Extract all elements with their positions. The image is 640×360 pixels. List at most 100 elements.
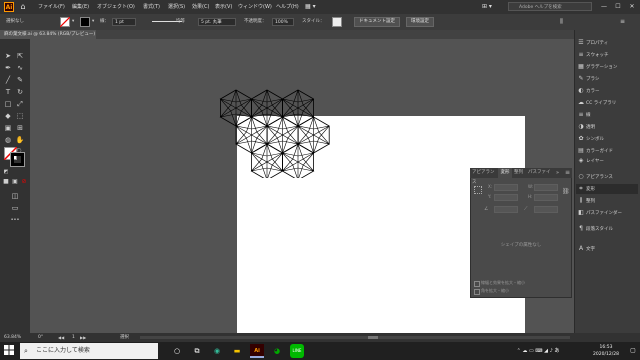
menu-object[interactable]: オブジェクト(O) <box>97 0 135 14</box>
scroll-thumb[interactable] <box>368 336 378 339</box>
panel-item-layers[interactable]: ◈ レイヤー <box>576 156 638 166</box>
panel-item-stroke[interactable]: ≡ 線 <box>576 110 638 120</box>
horizontal-scrollbar[interactable] <box>140 336 570 339</box>
fill-dropdown-icon[interactable]: ▾ <box>72 17 74 27</box>
panel-item-properties[interactable]: ☰ プロパティ <box>576 38 638 48</box>
tab-appearance[interactable]: アピアランス <box>472 168 498 185</box>
edge-icon[interactable]: ◉ <box>210 344 224 358</box>
home-icon[interactable]: ⌂ <box>18 2 28 12</box>
reference-point-icon[interactable] <box>474 186 482 194</box>
free-transform-tool-icon[interactable]: ⬚ <box>15 111 25 121</box>
panel-item-align[interactable]: ⫼ 整列 <box>576 196 638 206</box>
stroke-weight-field[interactable]: 1 pt <box>112 18 136 26</box>
direct-selection-tool-icon[interactable]: ⇱ <box>15 51 25 61</box>
document-tab[interactable]: 麻の葉文様.ai @ 63.84% (RGB/プレビュー) × <box>0 30 96 46</box>
fill-swatch[interactable] <box>60 17 70 27</box>
y-field[interactable] <box>494 194 518 201</box>
minimize-icon[interactable]: — <box>597 0 611 14</box>
panel-item-pathfinder[interactable]: ◧ パスファインダー <box>576 208 638 218</box>
cortana-icon[interactable]: ○ <box>170 344 184 358</box>
pencil-tool-icon[interactable]: ✎ <box>15 75 25 85</box>
edit-toolbar-icon[interactable]: ••• <box>10 215 20 225</box>
shear-field[interactable] <box>534 206 558 213</box>
menu-select[interactable]: 選択(S) <box>168 0 185 14</box>
arrange-documents-icon[interactable]: ⊞ ▾ <box>482 0 492 14</box>
opacity-field[interactable]: 100% <box>272 18 294 26</box>
tab-pathfinder[interactable]: パスファイ <box>528 168 552 178</box>
panel-item-type[interactable]: A 文字 <box>576 244 638 254</box>
task-view-icon[interactable]: ⧉ <box>190 344 204 358</box>
maximize-icon[interactable]: ☐ <box>611 0 625 14</box>
pen-tool-icon[interactable]: ✒ <box>3 63 13 73</box>
chrome-like-icon[interactable]: ◕ <box>270 344 284 358</box>
windows-start-icon[interactable] <box>4 345 14 355</box>
menu-effect[interactable]: 効果(C) <box>192 0 209 14</box>
artboard-number[interactable]: 1 <box>72 333 75 342</box>
artboard-nav-first-icon[interactable]: ◀◀ <box>58 333 64 342</box>
h-field[interactable] <box>534 194 558 201</box>
line-style-label[interactable]: 均等 <box>176 17 185 27</box>
opacity-label[interactable]: 不透明度： <box>244 17 267 27</box>
stroke-dropdown-icon[interactable]: ▾ <box>92 17 94 27</box>
line-app-icon[interactable]: LINE <box>290 344 304 358</box>
notification-icon[interactable]: ▢ <box>628 344 638 358</box>
default-colors-icon[interactable]: ◩ <box>1 167 11 177</box>
rotate-tool-icon[interactable]: ↻ <box>15 87 25 97</box>
panel-item-color[interactable]: ◐ カラー <box>576 86 638 96</box>
mesh-tool-icon[interactable]: ⊞ <box>15 123 25 133</box>
menu-edit[interactable]: 編集(E) <box>72 0 89 14</box>
type-tool-icon[interactable]: T <box>3 87 13 97</box>
artboard-nav-next-icon[interactable]: ▶▶ <box>80 333 86 342</box>
help-search-input[interactable]: Adobe ヘルプを検索 <box>508 2 592 11</box>
panel-menu-icon[interactable]: ≡ <box>620 17 625 27</box>
taskbar-search-input[interactable]: ⌕ ここに入力して検索 <box>20 343 158 359</box>
selection-tool-icon[interactable]: ➤ <box>3 51 13 61</box>
stroke-color-box[interactable] <box>10 152 25 167</box>
panel-item-brush[interactable]: ✎ ブラシ <box>576 74 638 84</box>
panel-item-appearance[interactable]: ○ アピアランス <box>576 172 638 182</box>
link-icon[interactable]: ⛓ <box>562 188 570 195</box>
brush-definition-field[interactable]: 5 pt. 丸筆 <box>198 18 236 26</box>
curvature-tool-icon[interactable]: ∿ <box>15 63 25 73</box>
x-field[interactable] <box>494 184 518 191</box>
shape-builder-tool-icon[interactable]: ◍ <box>3 135 13 145</box>
graphic-style-swatch[interactable] <box>332 17 342 27</box>
panel-item-cc-library[interactable]: ☁ CC ライブラリ <box>576 98 638 108</box>
preferences-button[interactable]: 環境設定 <box>406 17 434 27</box>
stroke-swatch[interactable] <box>80 17 90 27</box>
eraser-tool-icon[interactable]: ◆ <box>3 111 13 121</box>
gradient-tool-icon[interactable]: ▣ <box>3 123 13 133</box>
close-icon[interactable]: ✕ <box>625 0 639 14</box>
taskbar-clock[interactable]: 16:53 2020/12/28 <box>586 344 626 358</box>
document-setup-button[interactable]: ドキュメント設定 <box>354 17 400 27</box>
menu-window[interactable]: ウィンドウ(W) <box>238 0 272 14</box>
scale-corners-checkbox[interactable] <box>474 289 480 295</box>
screen-mode-icon[interactable]: ▭ <box>10 203 20 213</box>
panel-menu-icon[interactable]: ≡ <box>565 168 570 178</box>
menu-type[interactable]: 書式(T) <box>143 0 160 14</box>
tab-transform[interactable]: 変形 <box>498 168 512 178</box>
scale-strokes-checkbox[interactable] <box>474 281 480 287</box>
illustrator-taskbar-icon[interactable]: Ai <box>250 344 264 358</box>
panel-item-transparency[interactable]: ◑ 透明 <box>576 122 638 132</box>
panel-item-transform[interactable]: ⌗ 変形 <box>576 184 638 194</box>
panel-collapse-icon[interactable]: » <box>556 168 559 178</box>
rotation-value[interactable]: 0° <box>38 333 43 342</box>
zoom-level[interactable]: 63.84% <box>4 333 21 342</box>
align-icon[interactable]: ⫼ <box>560 17 563 27</box>
none-mode-icon[interactable]: ⊘ <box>19 177 29 187</box>
rotate-field[interactable] <box>494 206 518 213</box>
panel-item-color-guide[interactable]: ▤ カラーガイド <box>576 146 638 156</box>
menu-file[interactable]: ファイル(F) <box>38 0 65 14</box>
system-tray-icons[interactable]: ⌃ ☁ ▭ ⌨ ◢ ♪ あ <box>508 344 568 358</box>
panel-item-gradient[interactable]: ▦ グラデーション <box>576 62 638 72</box>
draw-mode-icon[interactable]: ◫ <box>10 191 20 201</box>
menu-help[interactable]: ヘルプ(H) <box>276 0 299 14</box>
file-explorer-icon[interactable]: ▬ <box>230 344 244 358</box>
panel-item-paragraph-style[interactable]: ¶ 段落スタイル <box>576 224 638 234</box>
panel-item-layers[interactable]: ≡ スウォッチ <box>576 50 638 60</box>
asanoha-pattern-artwork[interactable] <box>210 88 340 178</box>
w-field[interactable] <box>534 184 558 191</box>
workspace-switcher-icon[interactable]: ▦ ▾ <box>305 0 316 14</box>
panel-item-symbol[interactable]: ✿ シンボル <box>576 134 638 144</box>
